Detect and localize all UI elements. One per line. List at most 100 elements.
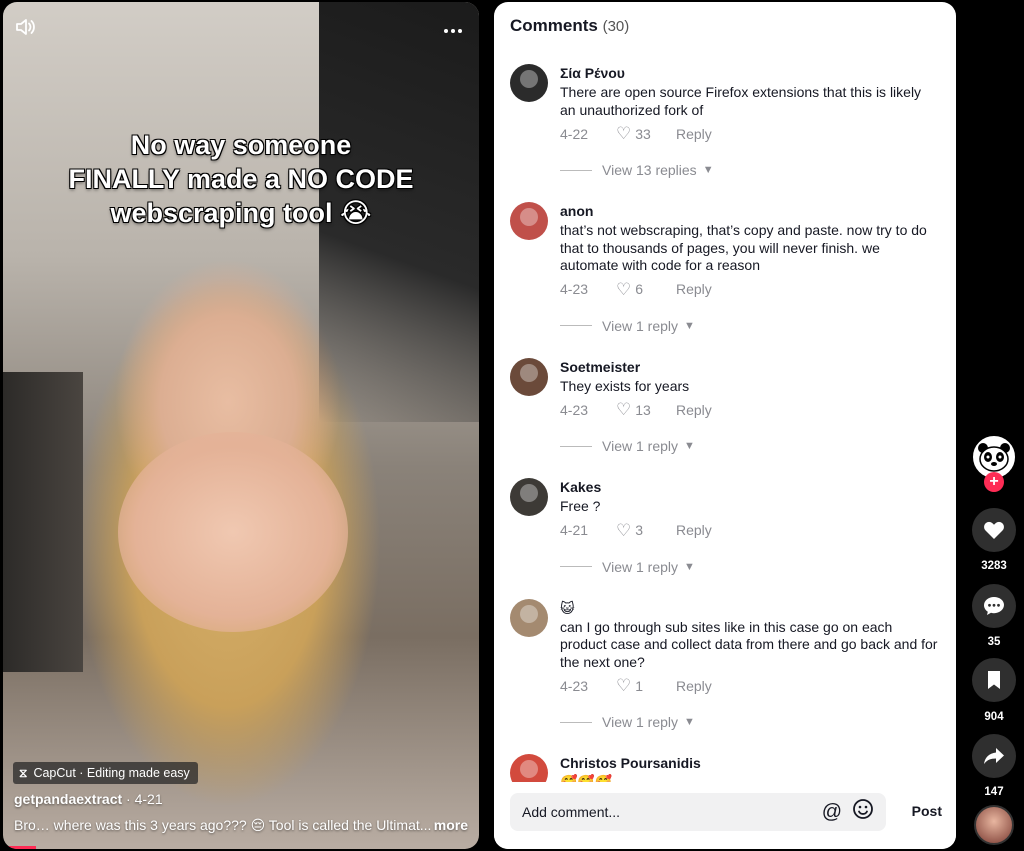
comment-username[interactable]: Christos Poursanidis: [560, 754, 940, 772]
comment-text: There are open source Firefox extensions…: [560, 84, 922, 118]
comment-like-button[interactable]: ♡ 6: [616, 281, 676, 298]
caption-line: webscraping tool 😭: [110, 198, 372, 228]
comment-username[interactable]: Σία Ρένου: [560, 64, 940, 82]
mention-icon[interactable]: @: [822, 801, 842, 824]
video-progress-bar[interactable]: [3, 846, 36, 849]
capcut-badge[interactable]: ⧖ CapCut · Editing made easy: [13, 762, 198, 784]
share-count: 147: [984, 786, 1004, 798]
save-button[interactable]: [972, 658, 1016, 702]
view-replies-label: View 1 reply: [602, 714, 679, 730]
like-button[interactable]: [972, 508, 1016, 552]
save-count: 904: [984, 711, 1004, 723]
comment-date: 4-23: [560, 401, 589, 418]
comment-date: 4-23: [560, 281, 589, 297]
comment-body: Kakes Free ? 4-21 ♡ 3 Reply: [560, 478, 940, 539]
comments-header: Comments (30): [510, 16, 629, 36]
comments-panel: Comments (30) Σία Ρένου There are open s…: [494, 2, 956, 849]
comment-text: 🥰🥰🥰: [560, 774, 613, 782]
comment-item: Kakes Free ? 4-21 ♡ 3 Reply: [494, 478, 956, 539]
capcut-icon: ⧖: [19, 765, 28, 780]
video-caption: No way someone FINALLY made a NO CODE we…: [3, 128, 479, 230]
add-comment-box[interactable]: @: [510, 793, 886, 831]
comment-item: anon that’s not webscraping, that’s copy…: [494, 202, 956, 298]
divider: [560, 169, 592, 171]
avatar[interactable]: [510, 478, 548, 516]
divider: [560, 566, 592, 567]
heart-outline-icon: ♡: [616, 279, 632, 299]
volume-icon[interactable]: [15, 18, 37, 39]
comment-username[interactable]: anon: [560, 202, 940, 220]
avatar[interactable]: [510, 357, 548, 396]
divider: [560, 325, 592, 326]
comment-list[interactable]: Σία Ρένου There are open source Firefox …: [494, 64, 956, 782]
more-options-icon[interactable]: [443, 19, 463, 37]
video-background-door: [3, 372, 83, 672]
comment-date: 4-22: [560, 125, 589, 142]
chevron-down-icon: ▼: [684, 440, 695, 452]
caption-line: FINALLY made a NO CODE: [68, 164, 414, 194]
music-disc-avatar[interactable]: [974, 805, 1014, 845]
author-handle[interactable]: getpandaextract: [14, 791, 122, 807]
comments-title: Comments: [510, 16, 598, 35]
comment-date: 4-21: [560, 522, 589, 538]
avatar[interactable]: [510, 202, 548, 240]
emoji-icon[interactable]: [852, 798, 874, 826]
heart-outline-icon: ♡: [616, 400, 632, 419]
divider: [560, 721, 592, 723]
video-author[interactable]: getpandaextract · 4-21: [14, 791, 163, 807]
reply-button[interactable]: Reply: [676, 402, 712, 418]
comment-item: Σία Ρένου There are open source Firefox …: [494, 64, 956, 142]
chevron-down-icon: ▼: [684, 716, 695, 728]
comment-username[interactable]: Kakes: [560, 478, 940, 496]
avatar[interactable]: [510, 598, 548, 637]
comment-body: Σία Ρένου There are open source Firefox …: [560, 64, 940, 142]
reply-button[interactable]: Reply: [676, 522, 712, 538]
avatar[interactable]: [510, 64, 548, 102]
comment-item: Soetmeister They exists for years 4-23 ♡…: [494, 357, 956, 419]
comment-text: Free ?: [560, 498, 601, 514]
view-replies-button[interactable]: View 1 reply ▼: [560, 714, 956, 730]
comment-like-button[interactable]: ♡ 3: [616, 522, 676, 539]
view-replies-label: View 13 replies: [602, 162, 697, 178]
comment-like-count: 6: [635, 281, 644, 297]
heart-outline-icon: ♡: [616, 520, 632, 540]
video-date: 4-21: [134, 791, 163, 807]
view-replies-button[interactable]: View 1 reply ▼: [560, 438, 956, 454]
heart-icon: [984, 521, 1004, 539]
comment-username[interactable]: Soetmeister: [560, 358, 940, 376]
comment-like-button[interactable]: ♡ 33: [616, 125, 676, 142]
comment-like-button[interactable]: ♡ 13: [616, 401, 676, 418]
video-player[interactable]: No way someone FINALLY made a NO CODE we…: [3, 2, 479, 849]
comment-meta: 4-23 ♡ 6 Reply: [560, 281, 940, 298]
comment-bubble-icon: [984, 597, 1004, 615]
comment-username[interactable]: 😺: [560, 599, 940, 617]
post-button[interactable]: Post: [912, 803, 942, 819]
share-button[interactable]: [972, 734, 1016, 778]
view-replies-button[interactable]: View 1 reply ▼: [560, 318, 956, 334]
comment-body: Soetmeister They exists for years 4-23 ♡…: [560, 358, 940, 419]
caption-line: No way someone: [130, 130, 352, 160]
capcut-badge-label: CapCut · Editing made easy: [33, 766, 190, 780]
heart-outline-icon: ♡: [616, 676, 632, 695]
divider: [560, 445, 592, 447]
add-comment-input[interactable]: [522, 804, 812, 820]
view-replies-button[interactable]: View 13 replies ▼: [560, 162, 956, 178]
reply-button[interactable]: Reply: [676, 678, 712, 694]
comment-body: anon that’s not webscraping, that’s copy…: [560, 202, 940, 298]
comment-text: can I go through sub sites like in this …: [560, 618, 938, 670]
comment-button[interactable]: [972, 584, 1016, 628]
view-replies-button[interactable]: View 1 reply ▼: [560, 559, 956, 575]
avatar[interactable]: [510, 754, 548, 782]
comment-like-count: 1: [635, 677, 644, 694]
chevron-down-icon: ▼: [684, 560, 695, 573]
reply-button[interactable]: Reply: [676, 281, 712, 297]
reply-button[interactable]: Reply: [676, 126, 712, 142]
more-link[interactable]: more: [434, 817, 474, 834]
comment-like-button[interactable]: ♡ 1: [616, 677, 676, 694]
chevron-down-icon: ▼: [684, 319, 695, 332]
video-description: Bro… where was this 3 years ago??? 😔 Too…: [14, 817, 474, 834]
comment-meta: 4-22 ♡ 33 Reply: [560, 125, 940, 142]
comments-count: (30): [602, 18, 630, 35]
video-subject: [118, 432, 348, 632]
follow-plus-icon[interactable]: +: [984, 472, 1004, 492]
